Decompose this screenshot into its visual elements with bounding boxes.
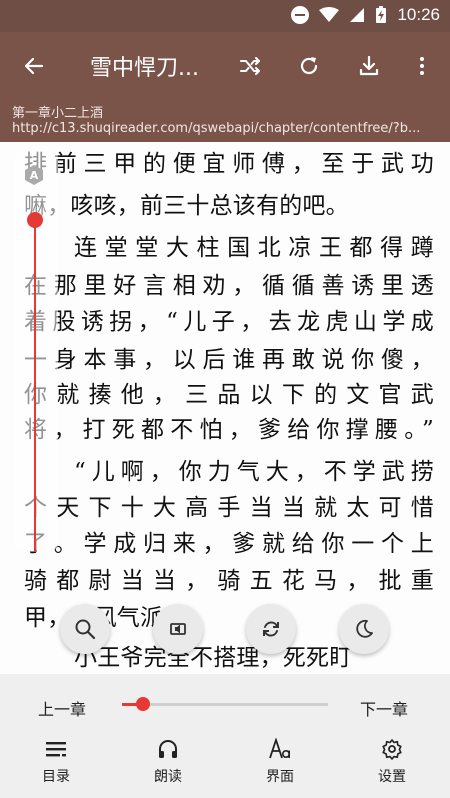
reader-content[interactable]: 排前三甲的便宜师傅，至于武功 嘛，咳咳，前三十总该有的吧。 连堂堂大柱国北凉王都… — [0, 142, 450, 674]
fast-scroll-thumb[interactable] — [27, 211, 43, 228]
headphones-icon — [159, 740, 177, 758]
download-icon — [359, 55, 379, 76]
tab-read-aloud[interactable]: 朗读 — [128, 736, 208, 786]
arrow-left-icon — [24, 57, 44, 75]
tab-catalog-label: 目录 — [42, 769, 70, 785]
tab-interface[interactable]: 界面 — [240, 736, 320, 786]
speaker-icon — [170, 623, 186, 635]
next-chapter-button[interactable]: 下一章 — [360, 696, 408, 720]
moon-icon — [356, 619, 373, 638]
text-line: 一身本事，以后谁再敢说你傻， — [24, 347, 434, 373]
text-line: 你就揍他，三品以下的文官武 — [24, 382, 434, 408]
clock: 10:26 — [397, 5, 440, 24]
text-line: 连堂堂大柱国北凉王都得蹲 — [74, 235, 434, 261]
chapter-progress-thumb[interactable] — [135, 697, 150, 711]
refresh-icon — [300, 57, 318, 75]
text-line: 个天下十大高手当当就太可惜 — [24, 495, 434, 521]
font-icon — [269, 738, 291, 759]
search-button[interactable] — [60, 604, 110, 654]
do-not-disturb-icon — [291, 6, 310, 24]
chapter-url[interactable]: http://c13.shuqireader.com/qswebapi/chap… — [12, 121, 442, 136]
text-line: 在那里好言相劝，循循善诱里透 — [24, 273, 434, 299]
list-icon — [46, 742, 66, 757]
wifi-icon — [319, 7, 340, 22]
tab-settings[interactable]: 设置 — [352, 736, 432, 786]
book-title: 雪中悍刀... — [90, 56, 199, 81]
font-size-badge: A — [25, 165, 43, 185]
refresh-icon — [263, 621, 279, 637]
chapter-progress-slider[interactable] — [122, 697, 328, 711]
search-icon — [75, 619, 96, 640]
prev-chapter-button[interactable]: 上一章 — [38, 696, 86, 720]
refresh-button[interactable] — [291, 48, 327, 84]
gear-icon — [382, 739, 402, 760]
chapter-name: 第一章小二上酒 — [12, 106, 104, 121]
text-line: 将，打死都不怕，爹给你撑腰。” — [24, 417, 434, 443]
auto-page-button[interactable] — [153, 604, 203, 654]
text-line: 排前三甲的便宜师傅，至于武功 — [24, 151, 434, 177]
top-toolbar: 雪中悍刀... — [0, 32, 450, 98]
tab-settings-label: 设置 — [378, 769, 406, 785]
text-line: 了。学成归来，爹就给你一个上 — [24, 531, 434, 557]
font-size-badge-label: A — [30, 169, 39, 182]
text-line: 嘛，咳咳，前三十总该有的吧。 — [24, 193, 349, 219]
more-vertical-icon — [420, 57, 424, 75]
tab-read-aloud-label: 朗读 — [154, 769, 182, 785]
bottom-menu: 上一章 下一章 目录 朗读 界面 设置 — [0, 674, 450, 798]
fast-scroll-track[interactable] — [34, 214, 36, 552]
text-line: 骑都尉当当，骑五花马，批重 — [24, 568, 434, 594]
change-source-button[interactable] — [232, 48, 268, 84]
text-line: “儿啊，你力气大，不学武捞 — [74, 459, 434, 485]
replace-button[interactable] — [246, 604, 296, 654]
chapter-info-bar: 第一章小二上酒 http://c13.shuqireader.com/qsweb… — [0, 98, 450, 142]
tab-interface-label: 界面 — [266, 769, 294, 785]
text-line: 着股诱拐，“儿子，去龙虎山学成 — [24, 309, 434, 335]
download-button[interactable] — [351, 48, 387, 84]
signal-icon — [350, 8, 365, 22]
shuffle-icon — [240, 57, 260, 75]
night-mode-button[interactable] — [339, 604, 389, 654]
more-options-button[interactable] — [404, 48, 440, 84]
status-bar: 10:26 — [0, 0, 450, 32]
tab-catalog[interactable]: 目录 — [16, 736, 96, 786]
back-button[interactable] — [16, 48, 52, 84]
battery-icon — [376, 6, 387, 23]
